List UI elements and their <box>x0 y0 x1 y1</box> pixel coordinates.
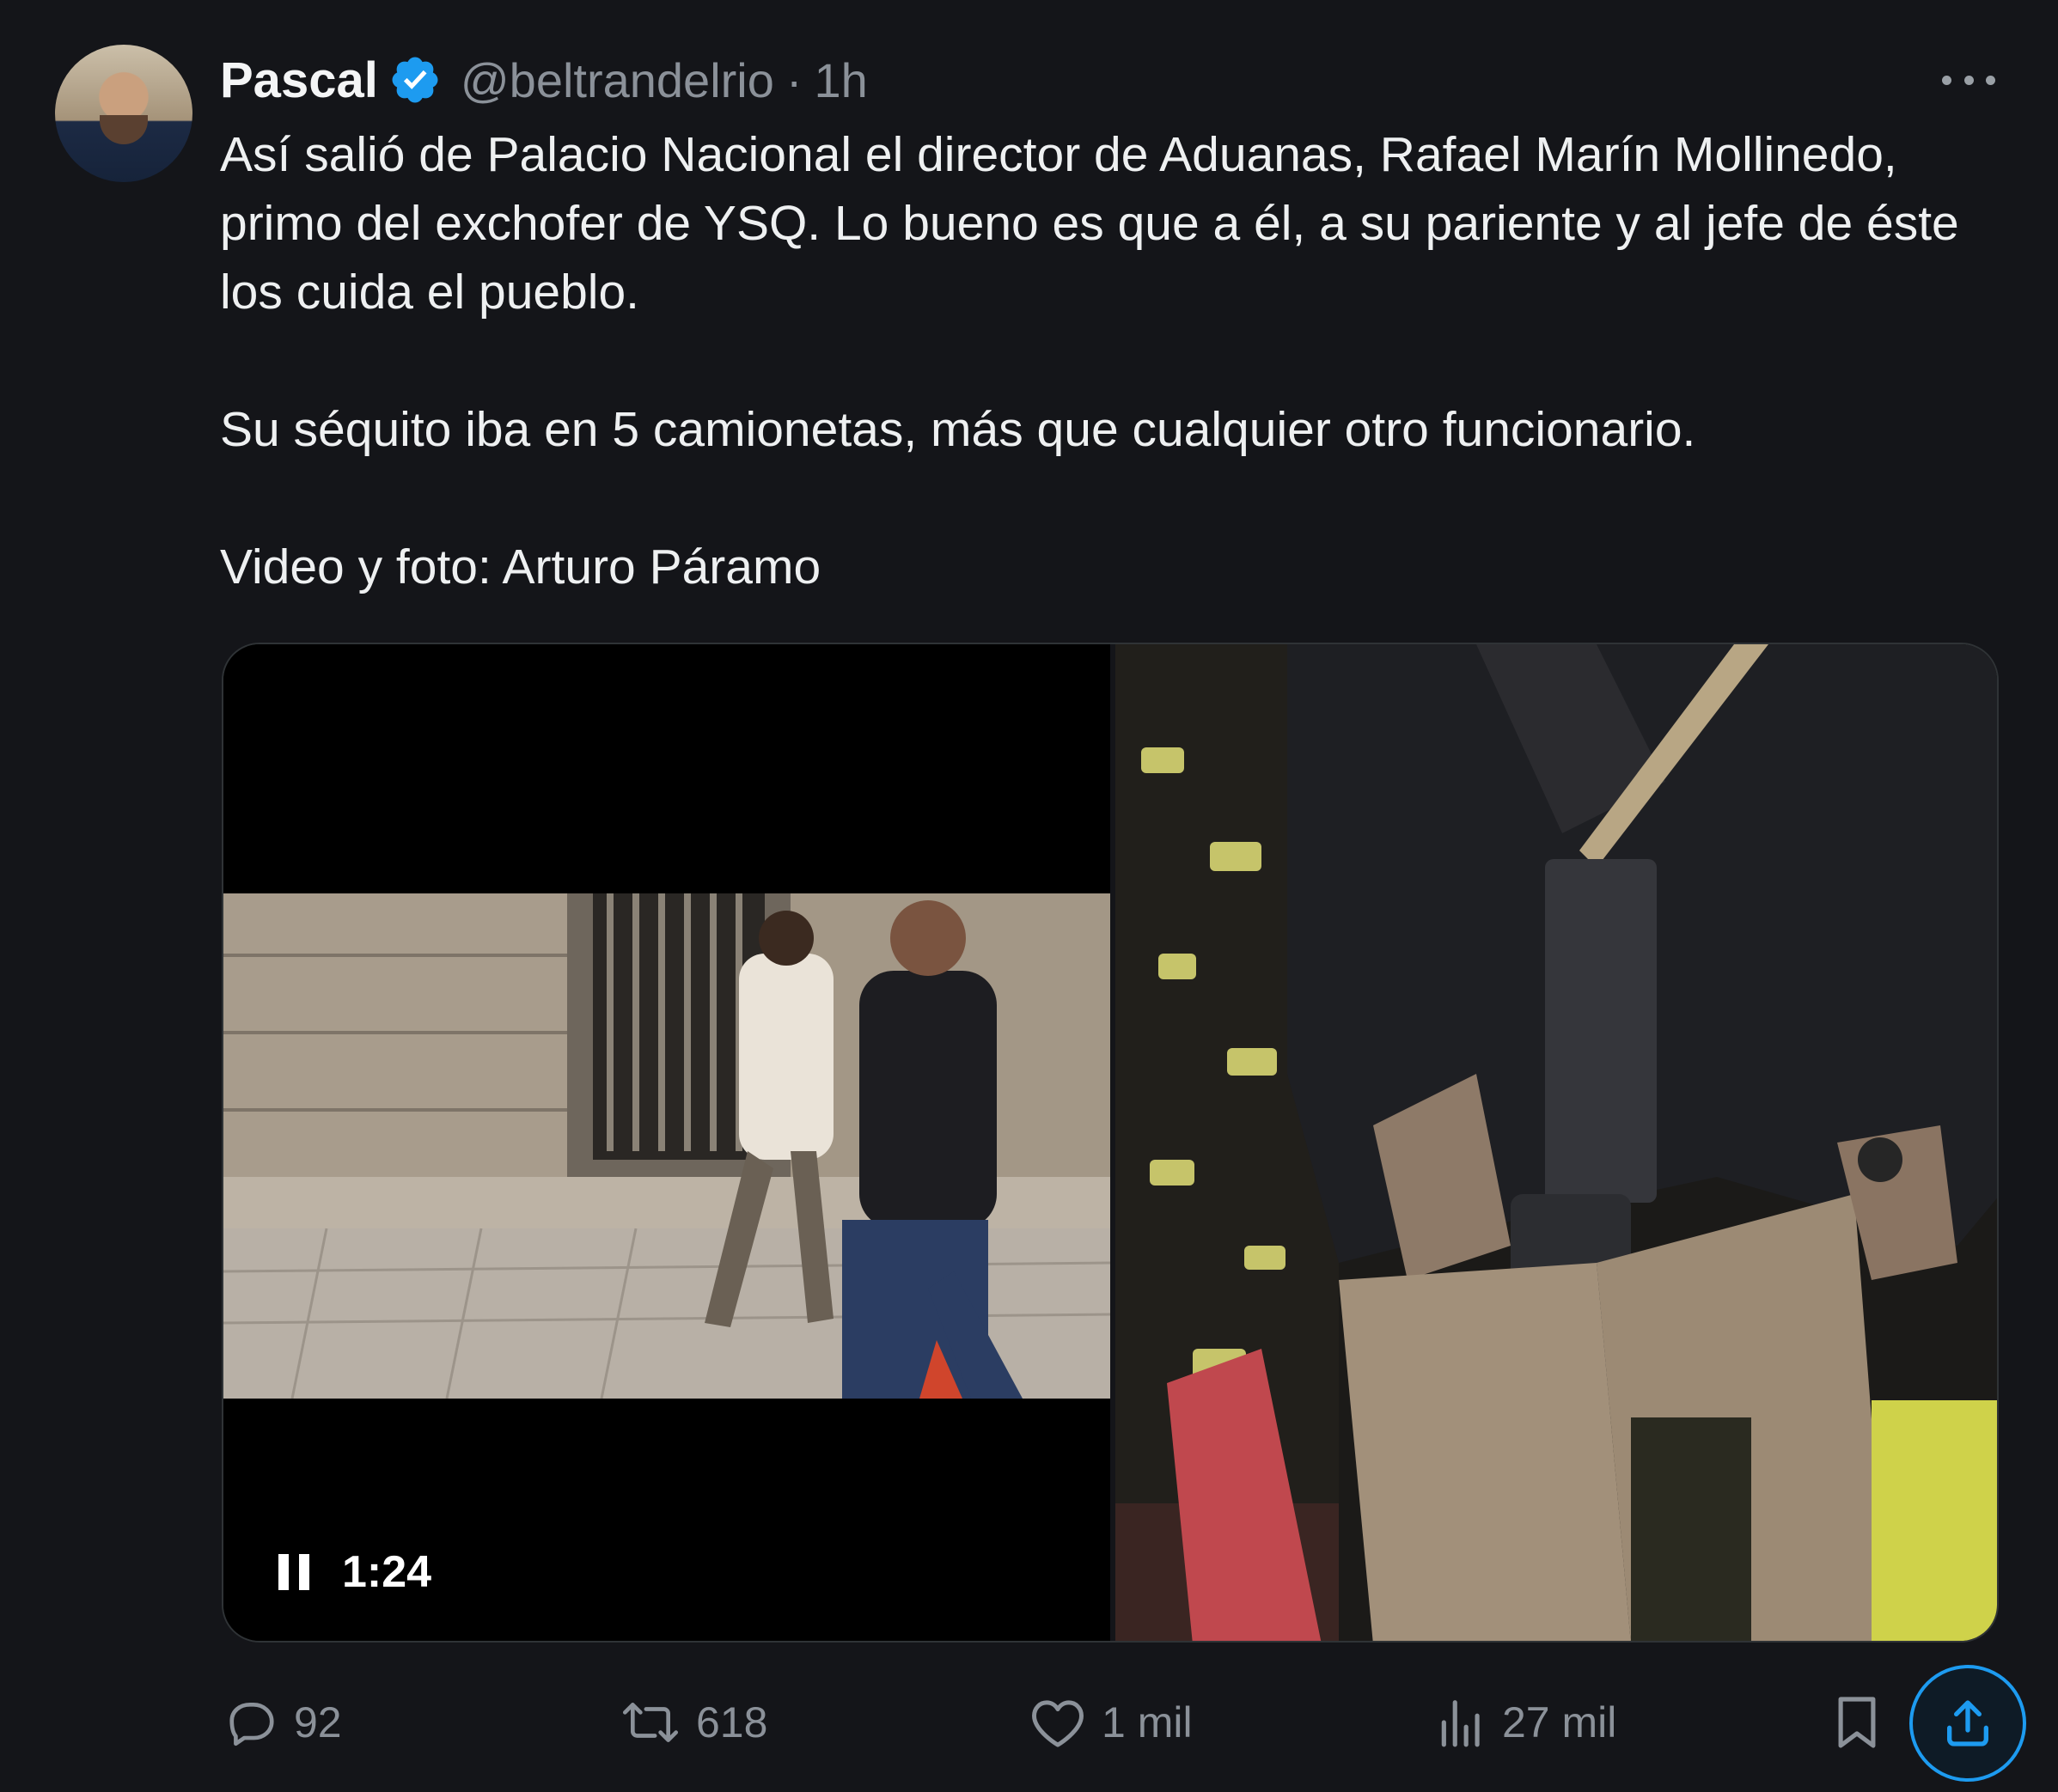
video-frame <box>223 893 1110 1399</box>
share-button[interactable] <box>1909 1665 2026 1782</box>
tweet-paragraph: Video y foto: Arturo Páramo <box>220 539 821 594</box>
retweet-icon <box>622 1703 679 1742</box>
author-name[interactable]: Pascal <box>220 52 378 109</box>
tweet-text: Así salió de Palacio Nacional el directo… <box>220 120 2016 601</box>
video-player[interactable]: 1:24 <box>223 644 1110 1641</box>
views-button[interactable]: 27 mil <box>1437 1684 1616 1761</box>
verified-badge-icon <box>392 57 438 103</box>
reply-count: 92 <box>294 1698 342 1746</box>
tweet-card[interactable]: Pascal @beltrandelrio · 1h Así salió de … <box>0 0 2058 1792</box>
like-count: 1 mil <box>1102 1698 1193 1746</box>
pause-icon[interactable] <box>278 1554 309 1590</box>
like-button[interactable]: 1 mil <box>1029 1684 1193 1761</box>
reply-icon <box>229 1703 274 1746</box>
bookmark-icon <box>1838 1697 1876 1748</box>
views-chart-icon <box>1441 1700 1480 1747</box>
more-dots-icon[interactable] <box>1939 58 1999 101</box>
reply-button[interactable]: 92 <box>225 1684 342 1761</box>
timestamp[interactable]: 1h <box>815 52 868 108</box>
video-duration: 1:24 <box>342 1547 432 1597</box>
heart-icon <box>1032 1700 1084 1747</box>
share-icon <box>1947 1700 1988 1746</box>
media-photo[interactable] <box>1115 644 1999 1643</box>
tweet-paragraph: Su séquito iba en 5 camionetas, más que … <box>220 402 1696 457</box>
bookmark-button[interactable] <box>1834 1684 1880 1761</box>
author-avatar[interactable] <box>55 45 192 182</box>
retweet-button[interactable]: 618 <box>620 1684 767 1761</box>
author-handle[interactable]: @beltrandelrio <box>461 52 774 108</box>
view-count: 27 mil <box>1502 1698 1617 1746</box>
separator-dot: · <box>785 52 803 107</box>
action-bar: 92 618 1 mil 27 mil <box>220 1684 2042 1761</box>
tweet-header: Pascal @beltrandelrio · 1h <box>220 50 868 110</box>
tweet-paragraph: Así salió de Palacio Nacional el directo… <box>220 127 1959 320</box>
media-grid: 1:24 <box>222 643 1999 1643</box>
retweet-count: 618 <box>696 1698 768 1746</box>
video-controls: 1:24 <box>278 1546 431 1598</box>
